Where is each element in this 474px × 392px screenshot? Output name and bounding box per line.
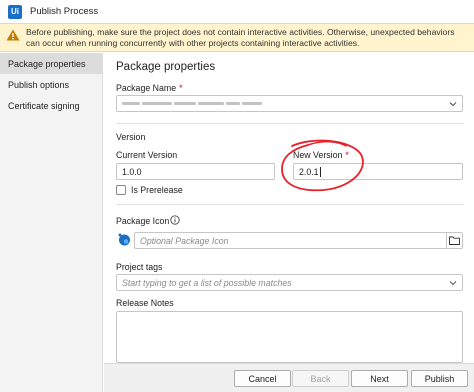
package-icon-placeholder: Optional Package Icon <box>140 235 229 246</box>
new-version-field[interactable]: 2.0.1 <box>293 163 463 180</box>
browse-icon-button[interactable] <box>446 233 462 248</box>
title-bar: Ui Publish Process <box>0 0 474 24</box>
main-panel: Package properties Package Name * Version… <box>104 53 474 363</box>
package-name-label: Package Name * <box>116 83 183 93</box>
warning-triangle-icon <box>6 29 20 41</box>
new-version-label: New Version * <box>293 150 349 160</box>
version-section-label: Version <box>116 132 146 142</box>
package-name-label-text: Package Name <box>116 83 177 93</box>
current-version-label: Current Version <box>116 150 178 160</box>
cancel-button[interactable]: Cancel <box>234 370 291 387</box>
chevron-down-icon <box>449 102 457 107</box>
sidebar-item-publish-options[interactable]: Publish options <box>0 74 102 95</box>
uipath-logo-icon: Ui <box>8 4 22 19</box>
folder-icon <box>449 236 460 245</box>
sidebar-item-package-properties[interactable]: Package properties <box>0 53 102 74</box>
package-name-value-redacted <box>122 102 262 105</box>
prerelease-label: Is Prerelease <box>131 185 183 195</box>
release-notes-label: Release Notes <box>116 298 174 308</box>
current-version-field[interactable]: 1.0.0 <box>116 163 275 180</box>
sidebar-item-certificate-signing[interactable]: Certificate signing <box>0 95 102 116</box>
divider <box>116 123 464 124</box>
project-tags-label: Project tags <box>116 262 163 272</box>
publish-button[interactable]: Publish <box>411 370 468 387</box>
window-title: Publish Process <box>30 6 99 17</box>
sidebar: Package properties Publish options Certi… <box>0 53 103 392</box>
new-version-label-text: New Version <box>293 150 343 160</box>
info-circle-icon[interactable] <box>170 215 180 225</box>
package-name-select[interactable] <box>116 95 463 112</box>
project-tags-placeholder: Start typing to get a list of possible m… <box>122 277 292 288</box>
prerelease-checkbox[interactable] <box>116 185 126 195</box>
warning-banner: Before publishing, make sure the project… <box>0 24 474 52</box>
current-version-value: 1.0.0 <box>122 166 142 177</box>
warning-text: Before publishing, make sure the project… <box>26 27 455 48</box>
new-version-value: 2.0.1 <box>299 166 319 177</box>
back-button[interactable]: Back <box>292 370 349 387</box>
required-mark: * <box>345 150 349 160</box>
package-icon-label: Package Icon <box>116 216 170 226</box>
divider <box>116 204 464 205</box>
text-cursor <box>319 166 321 177</box>
project-tags-input[interactable]: Start typing to get a list of possible m… <box>116 274 463 291</box>
package-icon-preview-icon <box>118 233 130 246</box>
section-heading: Package properties <box>116 61 216 73</box>
footer-bar: Cancel Back Next Publish <box>104 363 474 392</box>
required-mark: * <box>179 83 183 93</box>
release-notes-textarea[interactable] <box>116 311 463 363</box>
chevron-down-icon <box>449 281 457 286</box>
package-icon-input[interactable]: Optional Package Icon <box>134 232 463 249</box>
next-button[interactable]: Next <box>351 370 408 387</box>
